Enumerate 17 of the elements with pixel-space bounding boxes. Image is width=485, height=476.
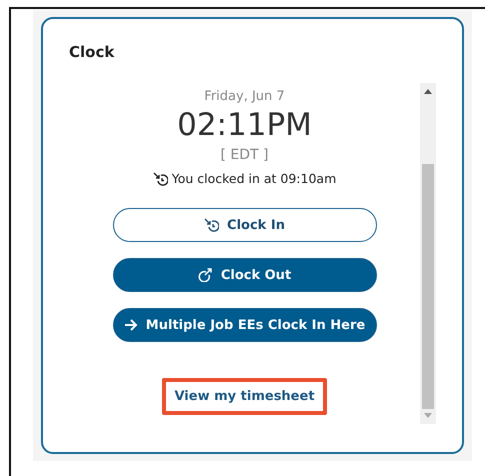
time-text: 02:11PM [177,107,312,143]
clock-action-button[interactable]: Clock In [112,208,376,242]
scrollbar[interactable] [420,83,436,424]
scroll-down-icon[interactable] [424,413,432,418]
arrow-right-icon [124,319,138,331]
scroll-up-icon[interactable] [424,89,432,94]
scroll-thumb[interactable] [422,164,434,409]
clock-in-icon [152,172,168,186]
date-text: Friday, Jun 7 [204,89,285,104]
clock-status-text: You clocked in at 09:10am [172,171,336,186]
clock-action-button[interactable]: Multiple Job EEs Clock In Here [112,308,376,342]
clock-in-icon [204,218,220,232]
clock-out-icon [198,268,213,282]
timezone-text: [ EDT ] [220,147,268,163]
card-title: Clock [69,43,116,61]
timesheet-link[interactable]: View my timesheet [162,378,327,415]
clock-action-button[interactable]: Clock Out [112,258,376,292]
